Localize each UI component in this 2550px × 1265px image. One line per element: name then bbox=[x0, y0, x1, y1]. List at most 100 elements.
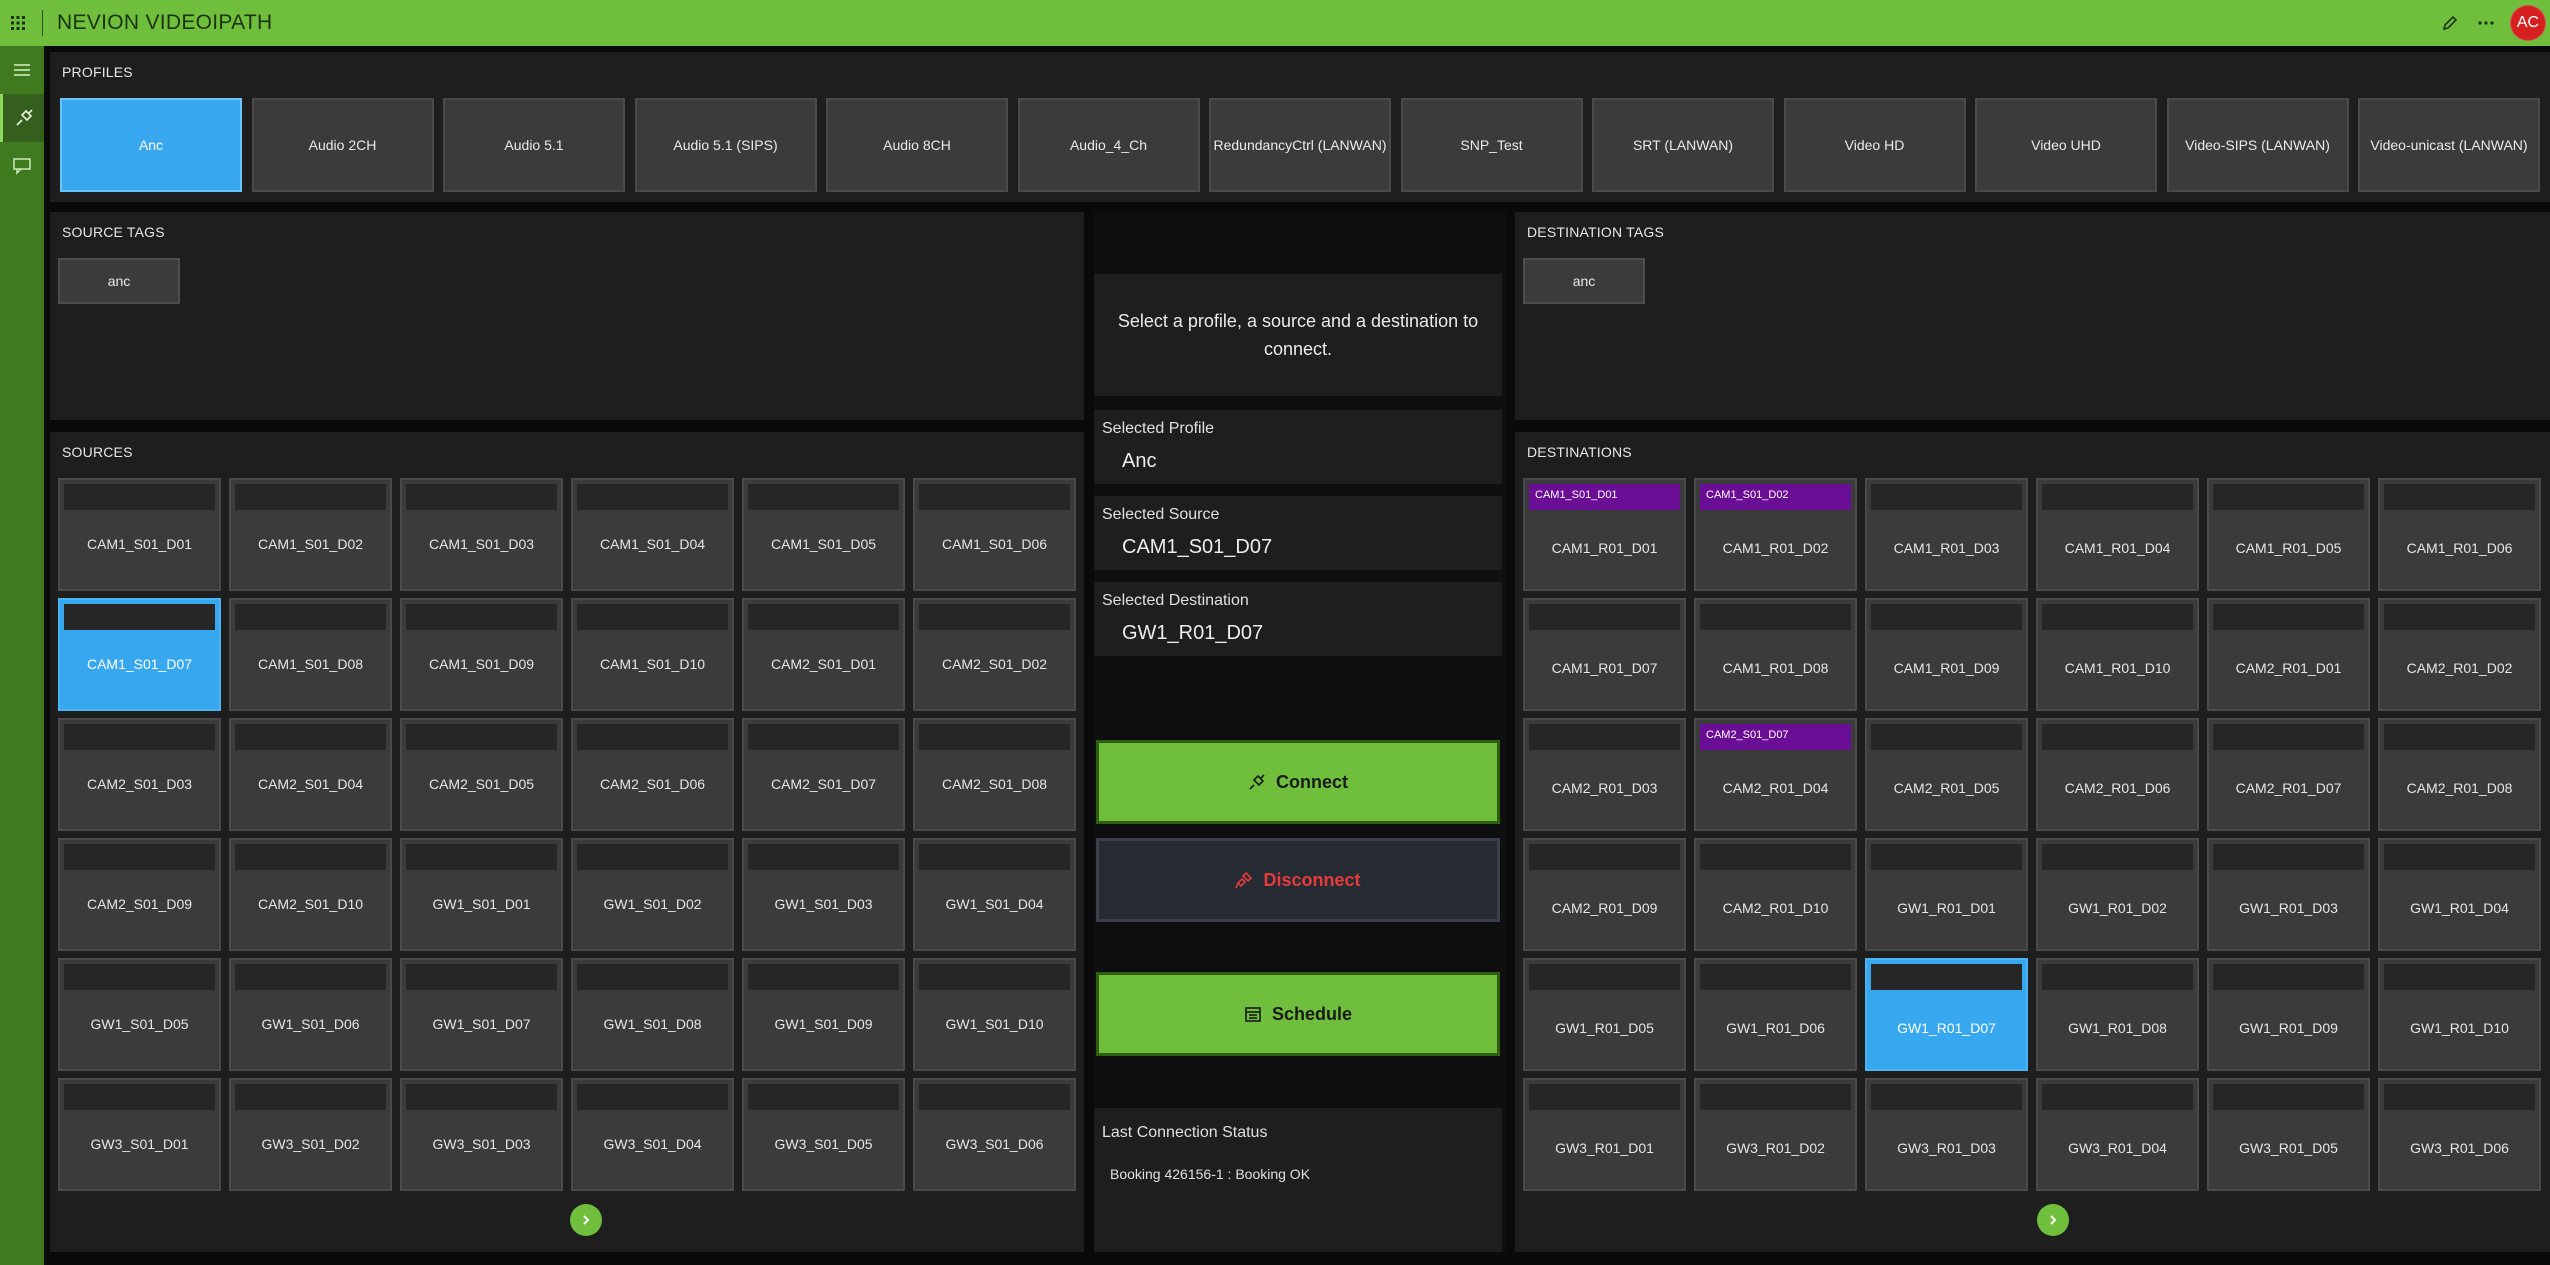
destination-tile[interactable]: GW3_R01_D05 bbox=[2207, 1078, 2370, 1191]
profile-button[interactable]: Audio 5.1 (SIPS) bbox=[634, 98, 817, 192]
destination-tile[interactable]: CAM1_R01_D06 bbox=[2378, 478, 2541, 591]
source-tile[interactable]: CAM2_S01_D04 bbox=[229, 718, 392, 831]
source-tile[interactable]: CAM1_S01_D06 bbox=[913, 478, 1076, 591]
destination-tile[interactable]: CAM1_R01_D09 bbox=[1865, 598, 2028, 711]
sources-next-page-button[interactable] bbox=[570, 1204, 602, 1236]
destination-tile[interactable]: GW1_R01_D04 bbox=[2378, 838, 2541, 951]
feedback-icon[interactable] bbox=[0, 142, 44, 190]
profile-button[interactable]: Anc bbox=[60, 98, 242, 192]
source-tile[interactable]: CAM2_S01_D10 bbox=[229, 838, 392, 951]
disconnect-button[interactable]: Disconnect bbox=[1096, 838, 1500, 922]
destination-tile[interactable]: CAM2_S01_D07 CAM2_R01_D04 bbox=[1694, 718, 1857, 831]
destination-tile[interactable]: CAM2_R01_D10 bbox=[1694, 838, 1857, 951]
destination-tile[interactable]: GW1_R01_D07 bbox=[1865, 958, 2028, 1071]
destinations-next-page-button[interactable] bbox=[2037, 1204, 2069, 1236]
destination-tile[interactable]: CAM2_R01_D05 bbox=[1865, 718, 2028, 831]
destination-tile-label: GW1_R01_D10 bbox=[2410, 1020, 2509, 1036]
destination-tile[interactable]: GW1_R01_D05 bbox=[1523, 958, 1686, 1071]
source-tile[interactable]: GW3_S01_D03 bbox=[400, 1078, 563, 1191]
destination-tile[interactable]: GW1_R01_D02 bbox=[2036, 838, 2199, 951]
destination-tile[interactable]: CAM2_R01_D01 bbox=[2207, 598, 2370, 711]
source-tile[interactable]: CAM1_S01_D10 bbox=[571, 598, 734, 711]
source-tile[interactable]: GW3_S01_D04 bbox=[571, 1078, 734, 1191]
source-tile[interactable]: GW1_S01_D08 bbox=[571, 958, 734, 1071]
source-tile[interactable]: GW1_S01_D06 bbox=[229, 958, 392, 1071]
source-tile[interactable]: CAM2_S01_D03 bbox=[58, 718, 221, 831]
destination-tile[interactable]: GW3_R01_D01 bbox=[1523, 1078, 1686, 1191]
destination-tile[interactable]: CAM2_R01_D08 bbox=[2378, 718, 2541, 831]
destination-tile[interactable]: CAM1_R01_D07 bbox=[1523, 598, 1686, 711]
source-tile[interactable]: CAM1_S01_D07 bbox=[58, 598, 221, 711]
profile-button[interactable]: Video HD bbox=[1783, 98, 1966, 192]
source-tile[interactable]: CAM2_S01_D07 bbox=[742, 718, 905, 831]
destination-tile[interactable]: GW3_R01_D04 bbox=[2036, 1078, 2199, 1191]
profile-button[interactable]: RedundancyCtrl (LANWAN) bbox=[1209, 98, 1391, 192]
destination-tile[interactable]: GW3_R01_D06 bbox=[2378, 1078, 2541, 1191]
destination-tile[interactable]: CAM1_R01_D05 bbox=[2207, 478, 2370, 591]
destination-tile[interactable]: CAM2_R01_D06 bbox=[2036, 718, 2199, 831]
destination-tile[interactable]: CAM1_R01_D10 bbox=[2036, 598, 2199, 711]
source-tile[interactable]: CAM2_S01_D08 bbox=[913, 718, 1076, 831]
destination-tile[interactable]: GW3_R01_D03 bbox=[1865, 1078, 2028, 1191]
source-tile[interactable]: CAM1_S01_D04 bbox=[571, 478, 734, 591]
source-tile[interactable]: GW3_S01_D06 bbox=[913, 1078, 1076, 1191]
source-tile[interactable]: CAM2_S01_D09 bbox=[58, 838, 221, 951]
hamburger-menu-icon[interactable] bbox=[0, 46, 44, 94]
source-tile[interactable]: GW1_S01_D05 bbox=[58, 958, 221, 1071]
profile-button[interactable]: Video-unicast (LANWAN) bbox=[2358, 98, 2540, 192]
source-tile[interactable]: CAM2_S01_D01 bbox=[742, 598, 905, 711]
destination-tag-anc[interactable]: anc bbox=[1523, 258, 1645, 304]
profile-button[interactable]: Audio 8CH bbox=[826, 98, 1008, 192]
source-tile[interactable]: GW1_S01_D02 bbox=[571, 838, 734, 951]
destination-tile[interactable]: GW3_R01_D02 bbox=[1694, 1078, 1857, 1191]
profile-button[interactable]: Audio 5.1 bbox=[443, 98, 625, 192]
connect-button[interactable]: Connect bbox=[1096, 740, 1500, 824]
destination-tile[interactable]: CAM1_R01_D04 bbox=[2036, 478, 2199, 591]
source-tile[interactable]: GW1_S01_D10 bbox=[913, 958, 1076, 1071]
app-launcher-icon[interactable] bbox=[0, 0, 36, 46]
source-tile[interactable]: CAM2_S01_D05 bbox=[400, 718, 563, 831]
source-tile[interactable]: CAM1_S01_D09 bbox=[400, 598, 563, 711]
source-tile[interactable]: GW3_S01_D02 bbox=[229, 1078, 392, 1191]
source-tile[interactable]: GW1_S01_D01 bbox=[400, 838, 563, 951]
profile-button[interactable]: Video UHD bbox=[1975, 98, 2157, 192]
edit-icon[interactable] bbox=[2432, 0, 2468, 46]
destination-tile[interactable]: CAM1_R01_D03 bbox=[1865, 478, 2028, 591]
destination-tile[interactable]: GW1_R01_D06 bbox=[1694, 958, 1857, 1071]
schedule-button[interactable]: Schedule bbox=[1096, 972, 1500, 1056]
profile-button[interactable]: Audio 2CH bbox=[251, 98, 434, 192]
destination-tile[interactable]: GW1_R01_D01 bbox=[1865, 838, 2028, 951]
profile-button[interactable]: SNP_Test bbox=[1400, 98, 1583, 192]
destination-tile[interactable]: CAM2_R01_D03 bbox=[1523, 718, 1686, 831]
source-tile[interactable]: GW3_S01_D01 bbox=[58, 1078, 221, 1191]
destination-tile[interactable]: GW1_R01_D03 bbox=[2207, 838, 2370, 951]
source-tile[interactable]: GW1_S01_D09 bbox=[742, 958, 905, 1071]
more-options-icon[interactable] bbox=[2468, 0, 2504, 46]
destination-tile[interactable]: CAM1_S01_D02 CAM1_R01_D02 bbox=[1694, 478, 1857, 591]
destination-tile[interactable]: GW1_R01_D08 bbox=[2036, 958, 2199, 1071]
source-tile[interactable]: CAM1_S01_D01 bbox=[58, 478, 221, 591]
source-tile[interactable]: GW1_S01_D03 bbox=[742, 838, 905, 951]
user-avatar[interactable]: AC bbox=[2510, 5, 2546, 41]
source-tile[interactable]: GW1_S01_D07 bbox=[400, 958, 563, 1071]
source-tile[interactable]: CAM2_S01_D06 bbox=[571, 718, 734, 831]
profile-button[interactable]: Audio_4_Ch bbox=[1017, 98, 1200, 192]
source-tag-anc[interactable]: anc bbox=[58, 258, 180, 304]
connect-view-icon[interactable] bbox=[0, 94, 44, 142]
source-tile[interactable]: CAM2_S01_D02 bbox=[913, 598, 1076, 711]
destination-tile[interactable]: GW1_R01_D10 bbox=[2378, 958, 2541, 1071]
source-tile[interactable]: GW3_S01_D05 bbox=[742, 1078, 905, 1191]
destination-tile[interactable]: CAM1_R01_D08 bbox=[1694, 598, 1857, 711]
destination-tile[interactable]: CAM2_R01_D09 bbox=[1523, 838, 1686, 951]
source-tile[interactable]: CAM1_S01_D02 bbox=[229, 478, 392, 591]
profile-button[interactable]: Video-SIPS (LANWAN) bbox=[2166, 98, 2349, 192]
destination-tile[interactable]: GW1_R01_D09 bbox=[2207, 958, 2370, 1071]
source-tile[interactable]: GW1_S01_D04 bbox=[913, 838, 1076, 951]
source-tile[interactable]: CAM1_S01_D03 bbox=[400, 478, 563, 591]
source-tile[interactable]: CAM1_S01_D05 bbox=[742, 478, 905, 591]
source-tile[interactable]: CAM1_S01_D08 bbox=[229, 598, 392, 711]
destination-tile[interactable]: CAM2_R01_D02 bbox=[2378, 598, 2541, 711]
destination-tile[interactable]: CAM1_S01_D01 CAM1_R01_D01 bbox=[1523, 478, 1686, 591]
profile-button[interactable]: SRT (LANWAN) bbox=[1592, 98, 1774, 192]
destination-tile[interactable]: CAM2_R01_D07 bbox=[2207, 718, 2370, 831]
